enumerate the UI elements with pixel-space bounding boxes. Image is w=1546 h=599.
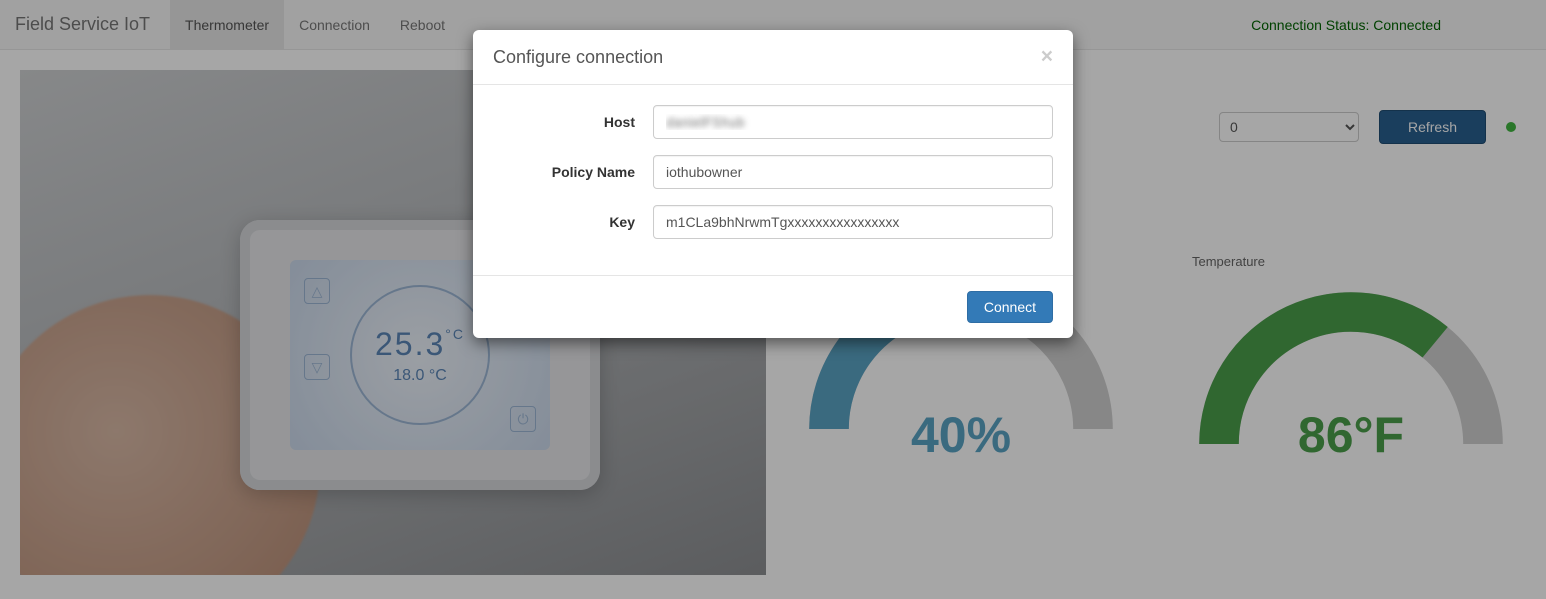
host-label: Host [493,114,653,130]
connect-button[interactable]: Connect [967,291,1053,323]
policy-name-input[interactable] [653,155,1053,189]
host-input[interactable] [653,105,1053,139]
close-icon[interactable]: × [1041,45,1053,69]
modal-overlay[interactable]: Configure connection × Host Policy Name … [0,0,1546,599]
configure-connection-modal: Configure connection × Host Policy Name … [473,30,1073,338]
policy-label: Policy Name [493,164,653,180]
key-label: Key [493,214,653,230]
modal-title: Configure connection [493,47,663,68]
key-input[interactable] [653,205,1053,239]
